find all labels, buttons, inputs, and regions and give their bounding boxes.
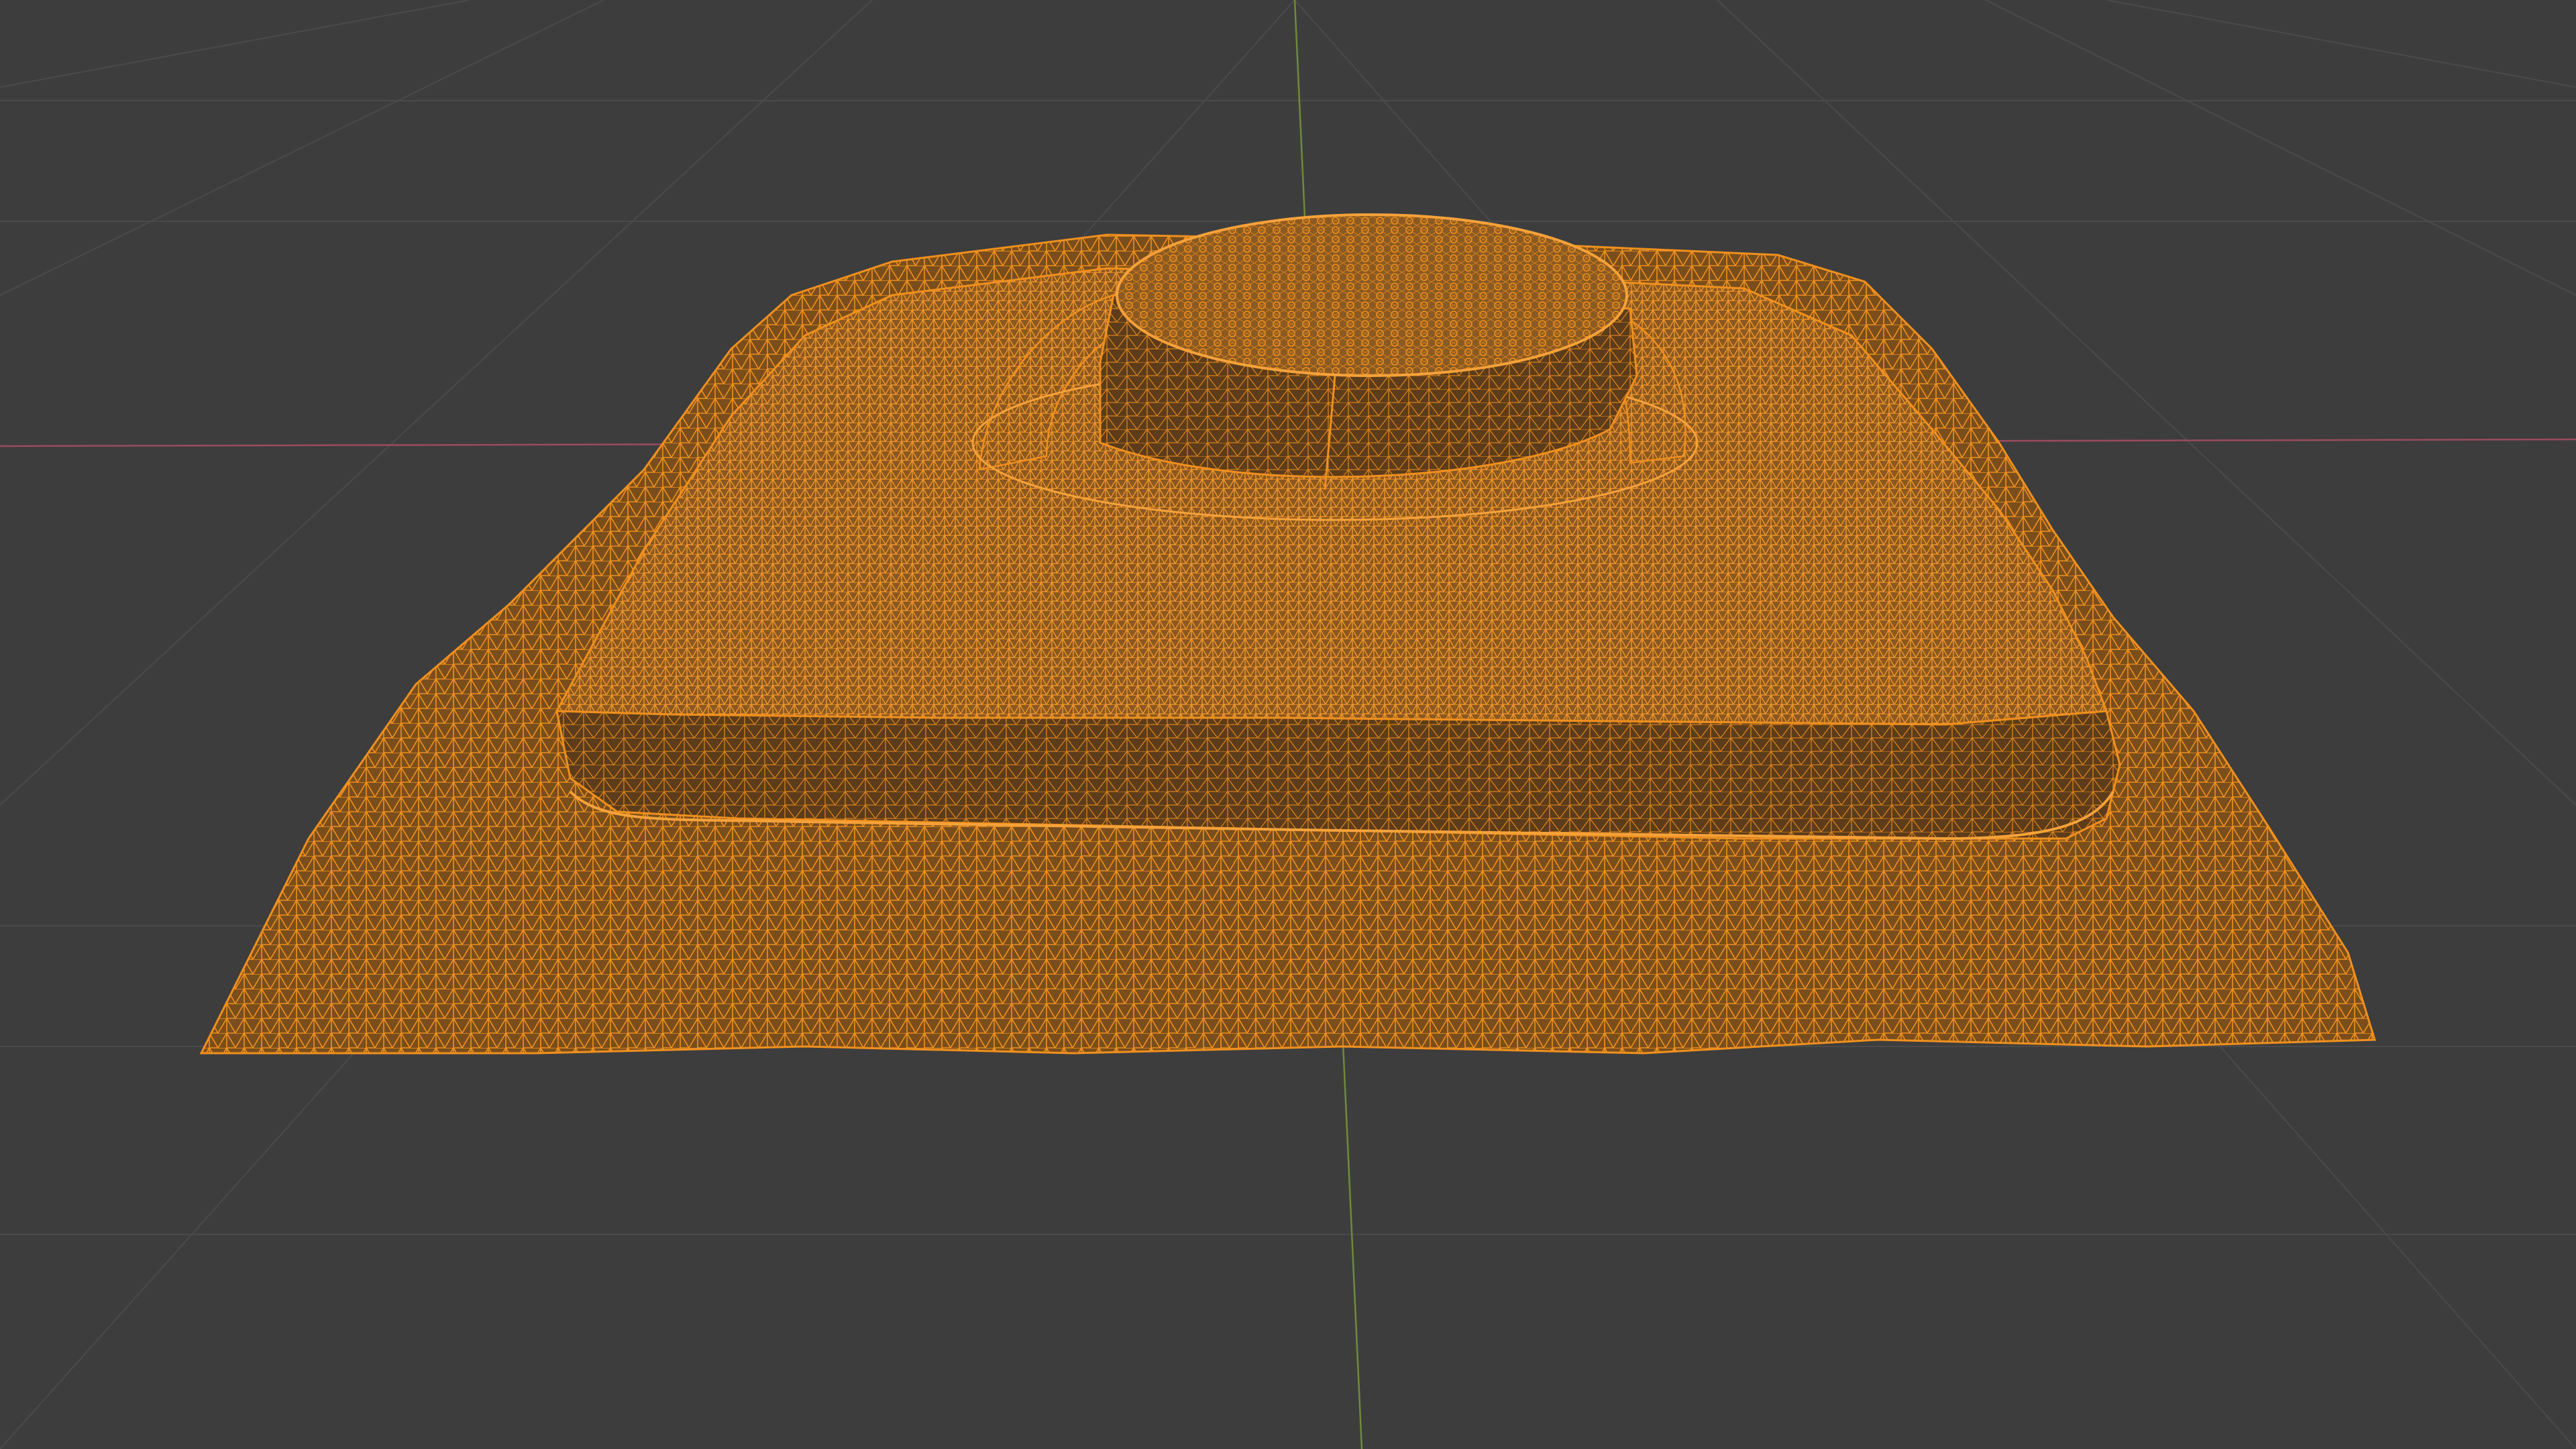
slab-side-mesh[interactable] [555, 710, 2121, 840]
mesh-object[interactable] [199, 213, 2377, 1055]
3d-viewport[interactable] [0, 0, 2576, 1449]
cylinder-top-mesh[interactable] [1116, 213, 1628, 377]
viewport-canvas[interactable] [0, 0, 2576, 1449]
